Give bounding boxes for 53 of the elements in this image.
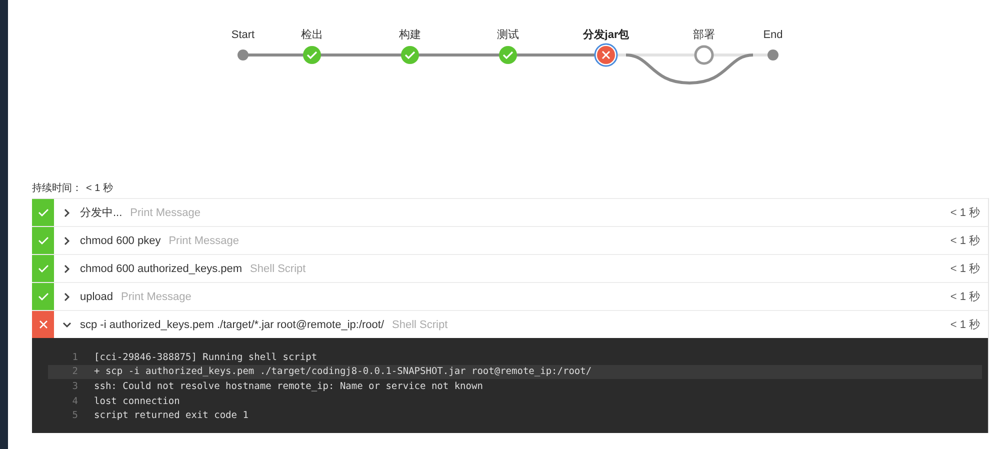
chevron-right-icon[interactable] bbox=[62, 264, 72, 274]
stage-label[interactable]: 测试 bbox=[497, 29, 519, 41]
check-icon bbox=[38, 208, 48, 217]
log-line: lost connection bbox=[94, 396, 180, 407]
check-icon bbox=[38, 292, 48, 301]
step-type: Shell Script bbox=[392, 318, 448, 330]
stage-label[interactable]: End bbox=[763, 29, 783, 41]
step-row[interactable]: 分发中... Print Message < 1 秒 bbox=[54, 199, 988, 226]
step-name: chmod 600 authorized_keys.pem bbox=[80, 262, 242, 274]
stage-label[interactable]: 分发jar包 bbox=[582, 29, 630, 41]
step-row[interactable]: upload Print Message < 1 秒 bbox=[54, 283, 988, 310]
line-number: 3 bbox=[71, 380, 78, 392]
stage-label[interactable]: 构建 bbox=[399, 29, 421, 41]
duration-value: < 1 秒 bbox=[86, 182, 113, 195]
failed-icon[interactable] bbox=[594, 43, 618, 67]
check-icon bbox=[38, 264, 48, 273]
step-type: Print Message bbox=[168, 234, 240, 246]
chevron-right-icon[interactable] bbox=[62, 236, 72, 246]
line-number: 4 bbox=[71, 396, 78, 407]
step-name: 分发中... bbox=[80, 206, 122, 220]
step-type: Shell Script bbox=[250, 262, 306, 274]
stage-label[interactable]: Start bbox=[231, 29, 255, 41]
chevron-right-icon[interactable] bbox=[62, 208, 72, 218]
pending-icon[interactable] bbox=[694, 45, 714, 65]
endpoint-dot bbox=[768, 50, 778, 60]
step-duration: < 1 秒 bbox=[950, 234, 980, 248]
line-number: 1 bbox=[71, 352, 78, 363]
stage-label[interactable]: 部署 bbox=[693, 29, 715, 41]
step-duration: < 1 秒 bbox=[950, 318, 980, 332]
step-type: Print Message bbox=[130, 206, 200, 218]
step-duration: < 1 秒 bbox=[950, 262, 980, 276]
line-number: 5 bbox=[71, 410, 78, 422]
step-row[interactable]: scp -i authorized_keys.pem ./target/*.jar root@remote_ip:/root/ Shell Script < 1 秒 bbox=[54, 311, 988, 338]
log-line: ssh: Could not resolve hostname remote_ip: Name or service not known bbox=[94, 380, 483, 392]
duration-label: 持续时间： bbox=[32, 182, 82, 195]
step-row[interactable]: chmod 600 pkey Print Message < 1 秒 bbox=[54, 227, 988, 254]
step-name: upload bbox=[80, 290, 114, 302]
chevron-down-icon[interactable] bbox=[62, 320, 72, 330]
log-line: [cci-29846-388875] Running shell script bbox=[94, 352, 318, 363]
step-duration: < 1 秒 bbox=[950, 206, 980, 220]
step-row[interactable]: chmod 600 authorized_keys.pem Shell Script < 1 秒 bbox=[54, 255, 988, 282]
log-line: script returned exit code 1 bbox=[94, 410, 248, 422]
chevron-right-icon[interactable] bbox=[62, 292, 72, 302]
step-duration: < 1 秒 bbox=[950, 290, 980, 304]
step-type: Print Message bbox=[121, 290, 192, 302]
stage-label[interactable]: 检出 bbox=[301, 29, 323, 41]
close-icon bbox=[38, 320, 48, 329]
step-name: chmod 600 pkey bbox=[80, 234, 161, 246]
endpoint-dot bbox=[238, 50, 248, 60]
step-name: scp -i authorized_keys.pem ./target/*.jar root@remote_ip:/root/ bbox=[80, 318, 384, 330]
line-number: 2 bbox=[71, 366, 78, 378]
log-line: + scp -i authorized_keys.pem ./target/codingj8-0.0.1-SNAPSHOT.jar root@remote_ip:/root/ bbox=[94, 366, 592, 378]
check-icon bbox=[38, 236, 48, 245]
